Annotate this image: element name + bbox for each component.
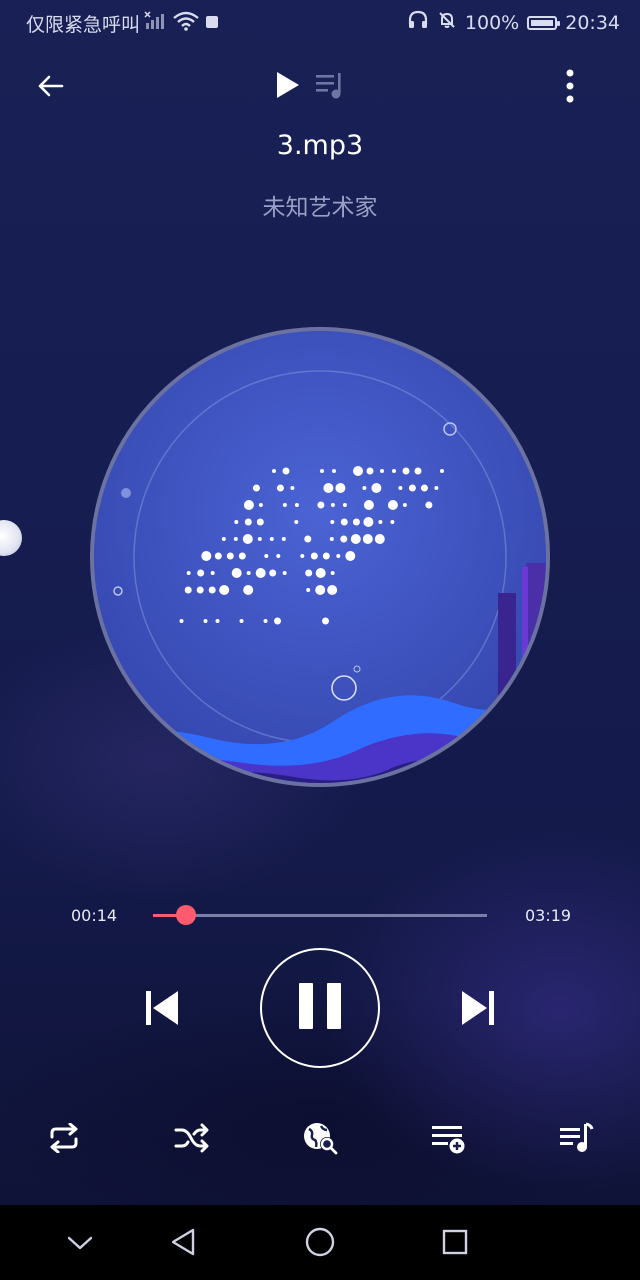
album-art-graphic <box>94 331 546 783</box>
nav-home-icon[interactable] <box>295 1217 345 1267</box>
queue-music-icon[interactable] <box>554 1116 598 1160</box>
track-artist: 未知艺术家 <box>262 195 378 221</box>
status-bar: 仅限紧急呼叫 100% 20:34 <box>0 0 640 44</box>
headphones-icon <box>407 10 429 35</box>
track-title: 3.mp3 <box>276 130 364 161</box>
repeat-icon[interactable] <box>42 1116 86 1160</box>
mute-bell-icon <box>437 10 457 35</box>
battery-percent: 100% <box>464 11 520 34</box>
total-time: 03:19 <box>525 906 572 925</box>
seek-bar[interactable] <box>153 905 487 925</box>
signal-icon <box>144 11 168 36</box>
pause-icon <box>297 981 343 1035</box>
back-arrow-icon[interactable] <box>26 62 74 110</box>
carrier-text: 仅限紧急呼叫 <box>26 14 141 36</box>
battery-icon <box>527 15 561 30</box>
elapsed-time: 00:14 <box>71 906 118 925</box>
album-art <box>90 327 550 787</box>
skip-previous-icon[interactable] <box>136 982 188 1034</box>
playlist-add-icon[interactable] <box>426 1116 470 1160</box>
seek-thumb[interactable] <box>175 905 196 925</box>
navigation-bar <box>0 1205 640 1280</box>
nav-back-icon[interactable] <box>158 1217 208 1267</box>
search-globe-icon[interactable] <box>298 1116 342 1160</box>
clock: 20:34 <box>565 11 620 34</box>
playlist-music-icon[interactable] <box>308 64 350 106</box>
notification-square-icon <box>204 13 220 35</box>
pause-button[interactable] <box>260 948 380 1068</box>
wifi-icon <box>172 11 200 36</box>
skip-next-icon[interactable] <box>452 982 504 1034</box>
chevron-down-icon[interactable] <box>56 1219 104 1267</box>
more-vertical-icon[interactable] <box>548 62 592 110</box>
nav-recents-icon[interactable] <box>430 1217 480 1267</box>
shuffle-icon[interactable] <box>170 1116 214 1160</box>
play-icon[interactable] <box>266 64 308 106</box>
